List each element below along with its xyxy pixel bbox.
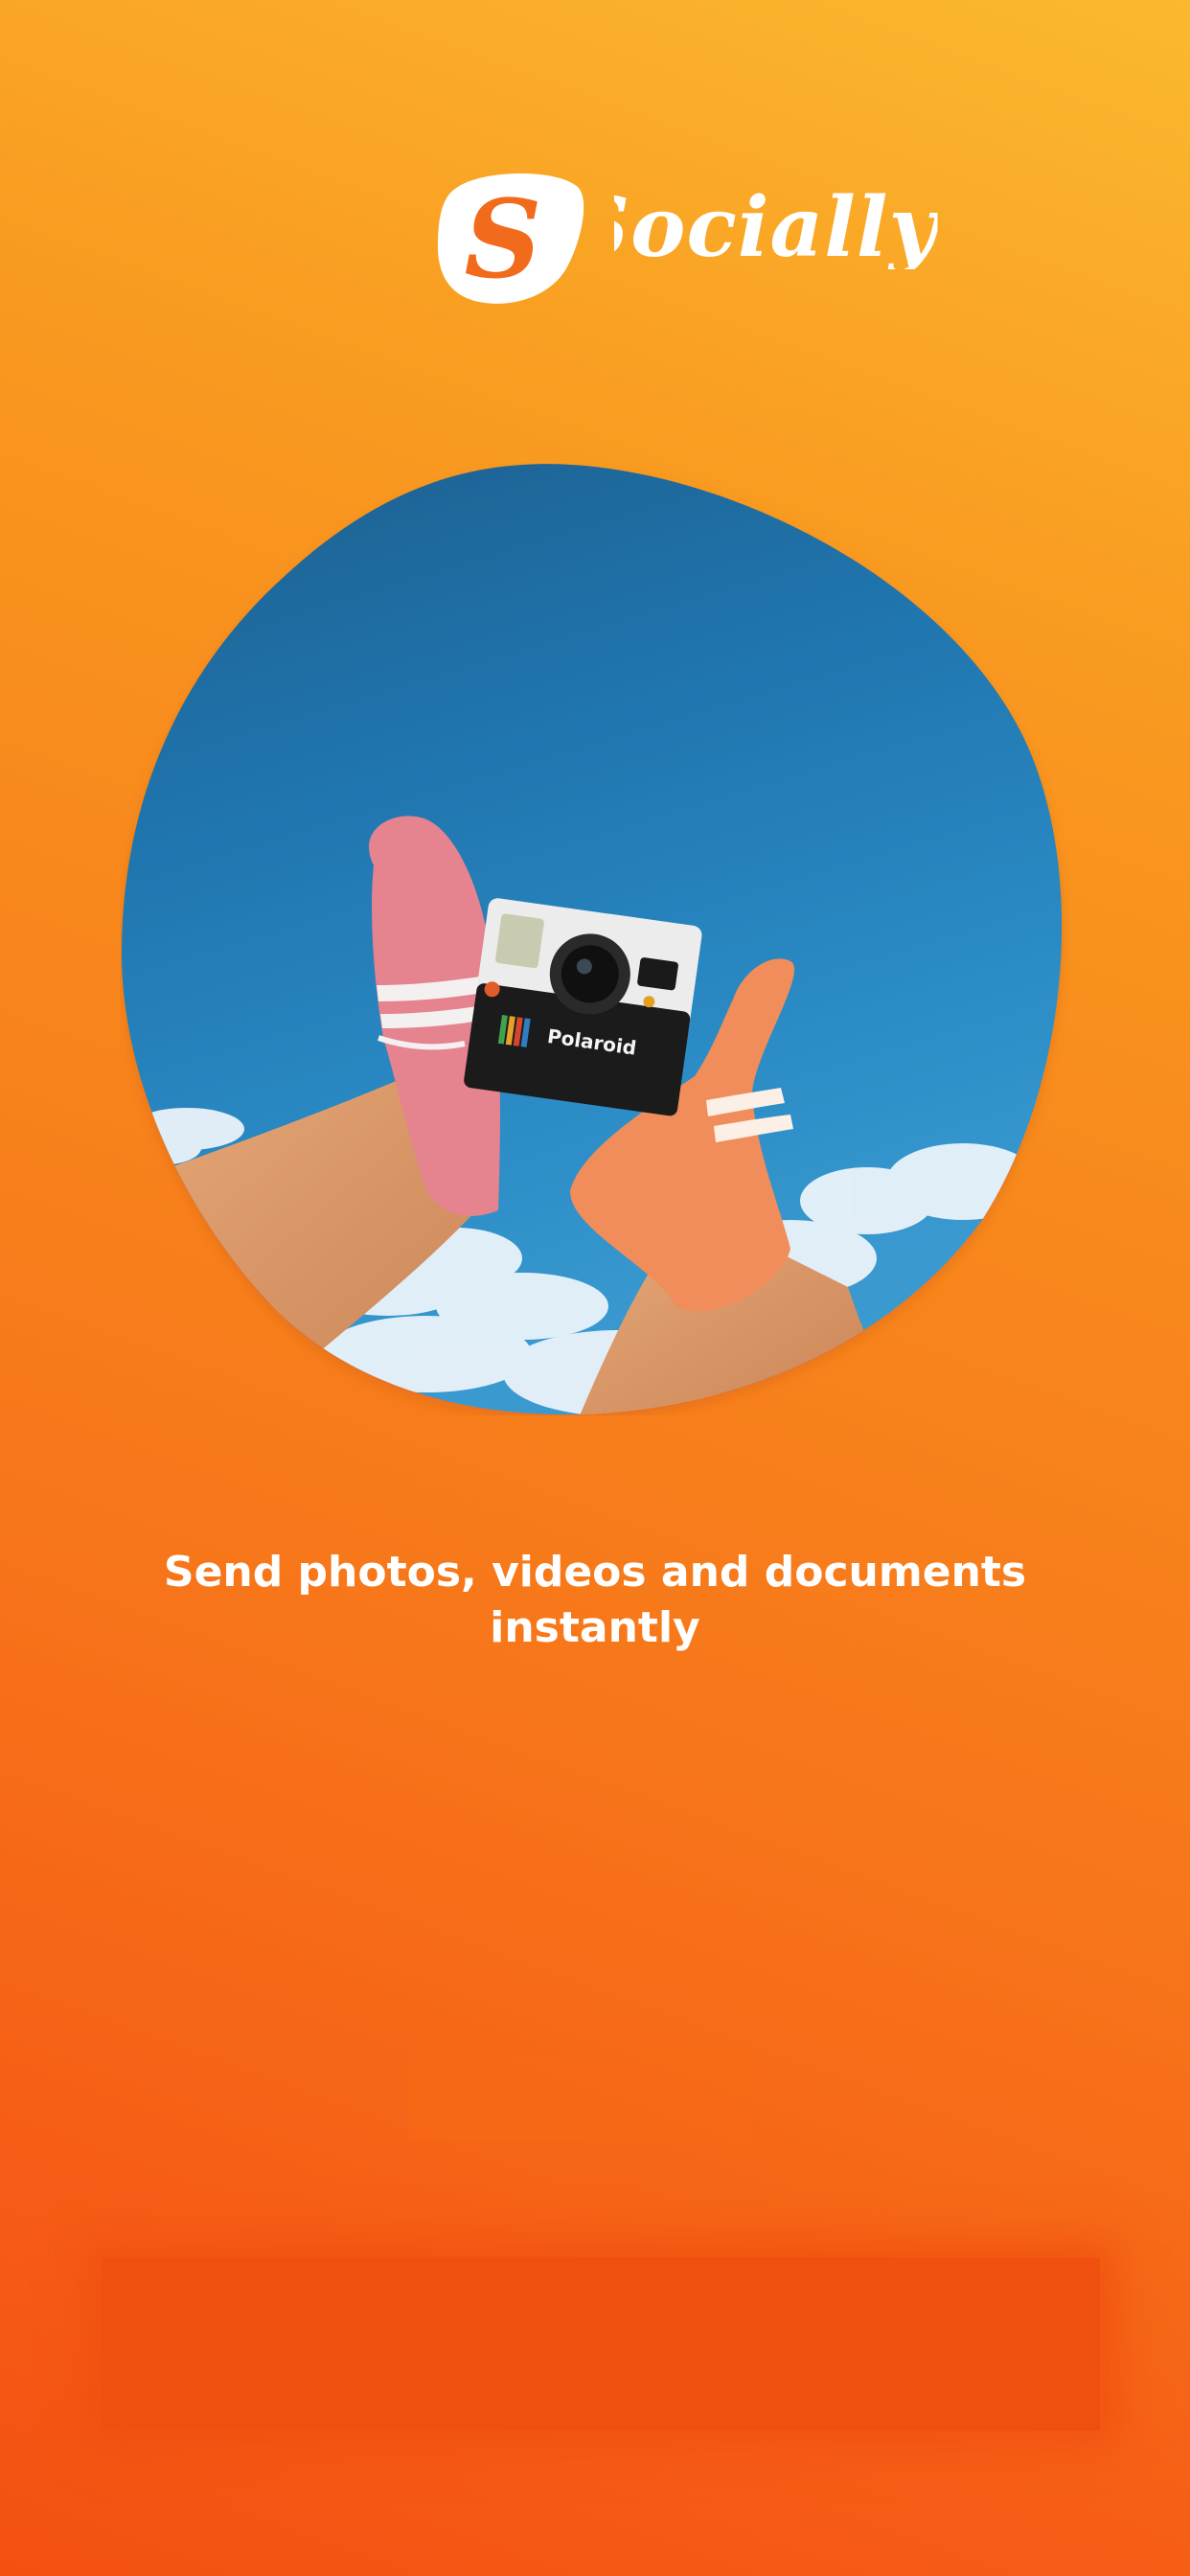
logo-wordmark: Socially [570, 179, 938, 276]
secondary-action-button[interactable] [408, 2055, 749, 2141]
logo-initial: S [465, 177, 542, 303]
photo-hero-image: Polaroid [121, 464, 1063, 1415]
app-logo: S Socially [436, 168, 937, 311]
onboarding-screen: S Socially Polaroid Send photos, videos … [0, 0, 1190, 2576]
primary-action-button[interactable] [102, 2258, 1100, 2430]
hero-image: Polaroid [120, 463, 1070, 1415]
logo-badge-icon: S [438, 172, 584, 304]
onboarding-headline: Send photos, videos and documents instan… [163, 1548, 1027, 1652]
